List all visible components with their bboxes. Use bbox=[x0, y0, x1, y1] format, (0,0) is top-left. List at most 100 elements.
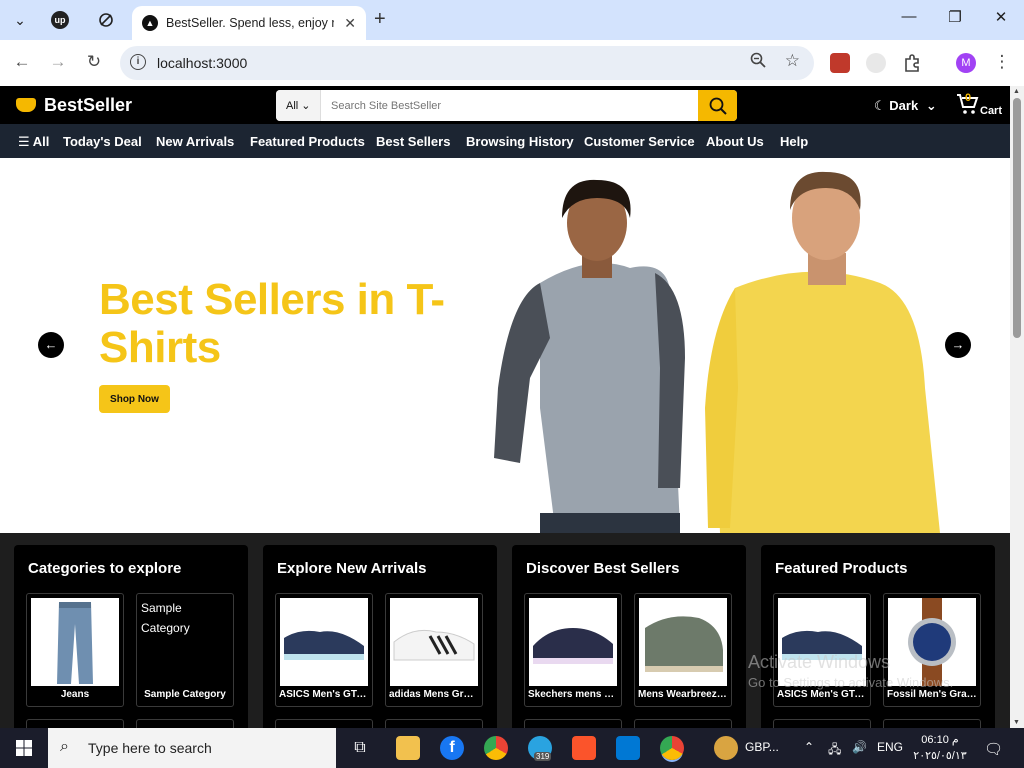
website-viewport: BestSeller All ⌄ ☾ Dark ⌄ 0 Cart ☰ All T… bbox=[0, 86, 1010, 728]
site-info-icon[interactable]: i bbox=[130, 54, 146, 70]
tile-caption: adidas Mens Grand Court bbox=[389, 689, 482, 700]
clock-date: ٢٠٢٥/٠٥/١٣ bbox=[913, 750, 967, 762]
pinned-tab-icon[interactable] bbox=[94, 8, 118, 32]
tray-chevron-icon[interactable]: ⌃ bbox=[804, 740, 814, 754]
shop-now-button[interactable]: Shop Now bbox=[99, 385, 170, 413]
tile-row2[interactable] bbox=[634, 719, 732, 728]
telegram-icon[interactable]: 319 bbox=[528, 736, 552, 761]
carousel-next-arrow-icon[interactable]: → bbox=[945, 332, 971, 358]
search-input[interactable] bbox=[321, 90, 699, 121]
currency-widget-icon[interactable] bbox=[714, 736, 738, 760]
scroll-down-icon[interactable]: ▼ bbox=[1013, 719, 1020, 726]
facebook-icon[interactable]: f bbox=[440, 736, 464, 760]
model-grey-shirt bbox=[494, 179, 685, 533]
menu-all[interactable]: ☰ All bbox=[18, 134, 49, 150]
bookmark-star-icon[interactable]: ☆ bbox=[785, 51, 800, 71]
menu-item-featured-products[interactable]: Featured Products bbox=[250, 134, 365, 149]
tab-search-chevron-icon[interactable]: ⌄ bbox=[8, 8, 32, 32]
upwork-pinned-tab-icon[interactable]: up bbox=[48, 8, 72, 32]
tile-row2[interactable] bbox=[385, 719, 483, 728]
tile-row2[interactable] bbox=[26, 719, 124, 728]
page-scrollbar[interactable]: ▲ ▼ bbox=[1010, 86, 1024, 728]
shoe-image bbox=[390, 598, 478, 686]
brave-icon[interactable] bbox=[572, 736, 596, 760]
menu-item-best-sellers[interactable]: Best Sellers bbox=[376, 134, 450, 149]
extensions-puzzle-icon[interactable] bbox=[902, 53, 922, 73]
window-close-icon[interactable]: ✕ bbox=[978, 8, 1024, 26]
category-tile-jeans[interactable]: Jeans bbox=[26, 593, 124, 707]
tile-row2[interactable] bbox=[773, 719, 871, 728]
url-text[interactable]: localhost:3000 bbox=[157, 55, 247, 71]
chevron-down-icon: ⌄ bbox=[925, 98, 937, 113]
site-favicon-icon: ▲ bbox=[142, 15, 158, 31]
product-tile[interactable]: Skechers mens Summits bbox=[524, 593, 622, 707]
address-bar[interactable]: i localhost:3000 ☆ bbox=[120, 46, 814, 80]
brand-logo-icon[interactable] bbox=[16, 98, 36, 112]
shoe-image bbox=[529, 598, 617, 686]
tile-caption: Mens Wearbreeze Shoes bbox=[638, 689, 731, 700]
language-indicator[interactable]: ENG bbox=[877, 740, 903, 754]
minimize-icon[interactable]: — bbox=[886, 8, 932, 25]
menu-item-new-arrivals[interactable]: New Arrivals bbox=[156, 134, 234, 149]
vscode-icon[interactable] bbox=[616, 736, 640, 760]
menu-item-browsing-history[interactable]: Browsing History bbox=[466, 134, 574, 149]
currency-widget-label[interactable]: GBP... bbox=[745, 740, 779, 754]
tile-row2[interactable] bbox=[883, 719, 981, 728]
product-tile[interactable]: ASICS Men's GT-2000 13 bbox=[275, 593, 373, 707]
product-tile[interactable]: Mens Wearbreeze Shoes bbox=[634, 593, 732, 707]
forward-arrow-icon[interactable]: → bbox=[46, 52, 70, 72]
restore-icon[interactable]: ❐ bbox=[932, 8, 978, 26]
menu-item-about-us[interactable]: About Us bbox=[706, 134, 764, 149]
menu-item-todays-deal[interactable]: Today's Deal bbox=[63, 134, 142, 149]
reload-icon[interactable]: ↻ bbox=[82, 52, 106, 72]
tile-row2[interactable] bbox=[524, 719, 622, 728]
chrome-menu-icon[interactable]: ⋮ bbox=[990, 52, 1014, 72]
taskbar-search-box[interactable]: ⌕ Type here to search bbox=[48, 728, 336, 768]
cart-label: Cart bbox=[980, 105, 1003, 117]
tile-row2[interactable] bbox=[136, 719, 234, 728]
search-icon: ⌕ bbox=[60, 738, 69, 755]
search-category-select[interactable]: All ⌄ bbox=[276, 90, 321, 121]
tile-row2[interactable] bbox=[275, 719, 373, 728]
tab-close-icon[interactable]: ✕ bbox=[344, 15, 356, 32]
tile-caption: Skechers mens Summits bbox=[528, 689, 621, 700]
volume-icon[interactable]: 🔊 bbox=[852, 740, 867, 754]
taskbar-search-placeholder: Type here to search bbox=[88, 740, 212, 756]
menu-item-customer-service[interactable]: Customer Service bbox=[584, 134, 695, 149]
task-view-icon[interactable]: ⧉ bbox=[348, 736, 372, 760]
new-tab-plus-icon[interactable]: + bbox=[374, 8, 386, 31]
search-icon bbox=[709, 97, 727, 115]
chrome-active-icon[interactable] bbox=[660, 736, 684, 760]
category-tile-sample[interactable]: Sample Category Sample Category bbox=[136, 593, 234, 707]
shoe-image bbox=[280, 598, 368, 686]
scrollbar-thumb[interactable] bbox=[1013, 98, 1021, 338]
menu-item-help[interactable]: Help bbox=[780, 134, 808, 149]
back-arrow-icon[interactable]: ← bbox=[10, 52, 34, 72]
menu-all-label: All bbox=[32, 134, 50, 149]
theme-label: Dark bbox=[889, 98, 919, 113]
tab-title: BestSeller. Spend less, enjoy mo bbox=[166, 16, 334, 30]
cart-count: 0 bbox=[965, 92, 972, 104]
active-tab[interactable]: ▲ BestSeller. Spend less, enjoy mo ✕ bbox=[132, 6, 366, 40]
cart-button[interactable]: 0 Cart bbox=[956, 92, 1002, 121]
product-tile[interactable]: adidas Mens Grand Court bbox=[385, 593, 483, 707]
scroll-up-icon[interactable]: ▲ bbox=[1013, 88, 1020, 95]
extension-red-icon[interactable] bbox=[830, 53, 850, 73]
activate-windows-watermark: Activate Windows Go to Settings to activ… bbox=[748, 652, 953, 690]
theme-toggle[interactable]: ☾ Dark ⌄ bbox=[874, 98, 937, 114]
file-explorer-icon[interactable] bbox=[396, 736, 420, 760]
chrome-icon[interactable] bbox=[484, 736, 508, 760]
profile-avatar[interactable]: M bbox=[956, 53, 976, 73]
carousel-prev-arrow-icon[interactable]: ← bbox=[38, 332, 64, 358]
notifications-icon[interactable]: 🗨 bbox=[984, 740, 1003, 758]
category-menu: ☰ All Today's Deal New Arrivals Featured… bbox=[0, 124, 1010, 158]
clock[interactable]: 06:10 م ٢٠٢٥/٠٥/١٣ bbox=[908, 732, 972, 764]
brand-name[interactable]: BestSeller bbox=[44, 95, 132, 116]
windows-start-icon[interactable] bbox=[16, 740, 32, 756]
site-header: BestSeller All ⌄ ☾ Dark ⌄ 0 Cart bbox=[0, 86, 1010, 124]
search-button[interactable] bbox=[698, 90, 737, 121]
zoom-icon[interactable] bbox=[750, 52, 766, 73]
card-best-sellers: Discover Best Sellers Skechers mens Summ… bbox=[512, 545, 746, 728]
extension-grey-icon[interactable] bbox=[866, 53, 886, 73]
network-icon[interactable]: 🖧 bbox=[828, 740, 841, 761]
